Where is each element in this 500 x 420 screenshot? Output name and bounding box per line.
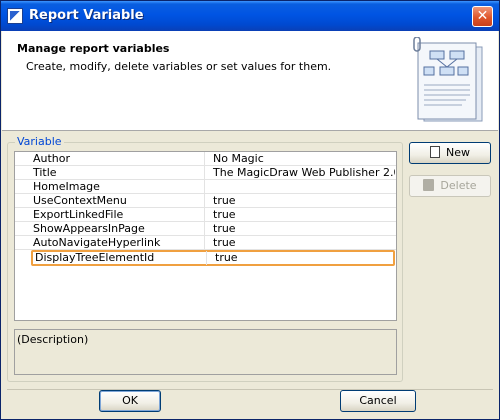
variable-value[interactable]: true	[211, 194, 395, 208]
variable-value[interactable]: No Magic	[211, 152, 395, 166]
banner-title: Manage report variables	[17, 42, 170, 55]
variable-value[interactable]: true	[211, 236, 395, 250]
new-button-label: New	[446, 146, 470, 159]
table-row[interactable]: Title The MagicDraw Web Publisher 2.0	[15, 166, 396, 180]
variable-name[interactable]: UseContextMenu	[31, 194, 205, 208]
table-row[interactable]: HomeImage	[15, 180, 396, 194]
app-icon	[7, 8, 23, 24]
header-banner: Manage report variables Create, modify, …	[2, 31, 498, 131]
variable-value[interactable]: The MagicDraw Web Publisher 2.0	[211, 166, 395, 180]
variable-name[interactable]: Title	[31, 166, 205, 180]
delete-button-label: Delete	[440, 179, 477, 192]
description-box: (Description)	[14, 329, 397, 375]
document-diagram-icon	[413, 37, 483, 122]
trash-icon	[423, 179, 435, 191]
variable-value[interactable]: true	[211, 208, 395, 222]
title-bar[interactable]: Report Variable ✕	[1, 1, 499, 31]
variable-name[interactable]: Author	[31, 152, 205, 166]
variable-value[interactable]: true	[211, 222, 395, 236]
delete-button[interactable]: Delete	[409, 175, 491, 197]
cancel-button[interactable]: Cancel	[340, 390, 416, 412]
variable-name[interactable]: ExportLinkedFile	[31, 208, 205, 222]
table-row[interactable]: Author No Magic	[15, 152, 396, 166]
variables-table[interactable]: Author No Magic Title The MagicDraw Web …	[14, 151, 397, 321]
variable-value[interactable]	[211, 180, 395, 194]
variable-name[interactable]: AutoNavigateHyperlink	[31, 236, 205, 250]
variable-group-label: Variable	[15, 135, 64, 148]
variable-name[interactable]: DisplayTreeElementId	[33, 251, 207, 265]
variable-value[interactable]: true	[213, 251, 397, 265]
variable-name[interactable]: HomeImage	[31, 180, 205, 194]
variable-name[interactable]: ShowAppearsInPage	[31, 222, 205, 236]
variable-group: Variable Author No Magic Title The Magic…	[7, 135, 403, 382]
banner-subtitle: Create, modify, delete variables or set …	[26, 60, 332, 73]
ok-button[interactable]: OK	[99, 390, 161, 412]
close-button[interactable]: ✕	[472, 6, 493, 27]
window-title: Report Variable	[29, 8, 144, 23]
table-row[interactable]: ExportLinkedFile true	[15, 208, 396, 222]
table-row[interactable]: UseContextMenu true	[15, 194, 396, 208]
new-document-icon	[430, 146, 440, 158]
report-variable-dialog: Report Variable ✕ Manage report variable…	[0, 0, 500, 420]
footer-divider	[7, 389, 493, 390]
table-row[interactable]: AutoNavigateHyperlink true	[15, 236, 396, 250]
table-row-selected[interactable]: DisplayTreeElementId true	[31, 250, 395, 266]
table-row[interactable]: ShowAppearsInPage true	[15, 222, 396, 236]
new-button[interactable]: New	[409, 142, 491, 164]
